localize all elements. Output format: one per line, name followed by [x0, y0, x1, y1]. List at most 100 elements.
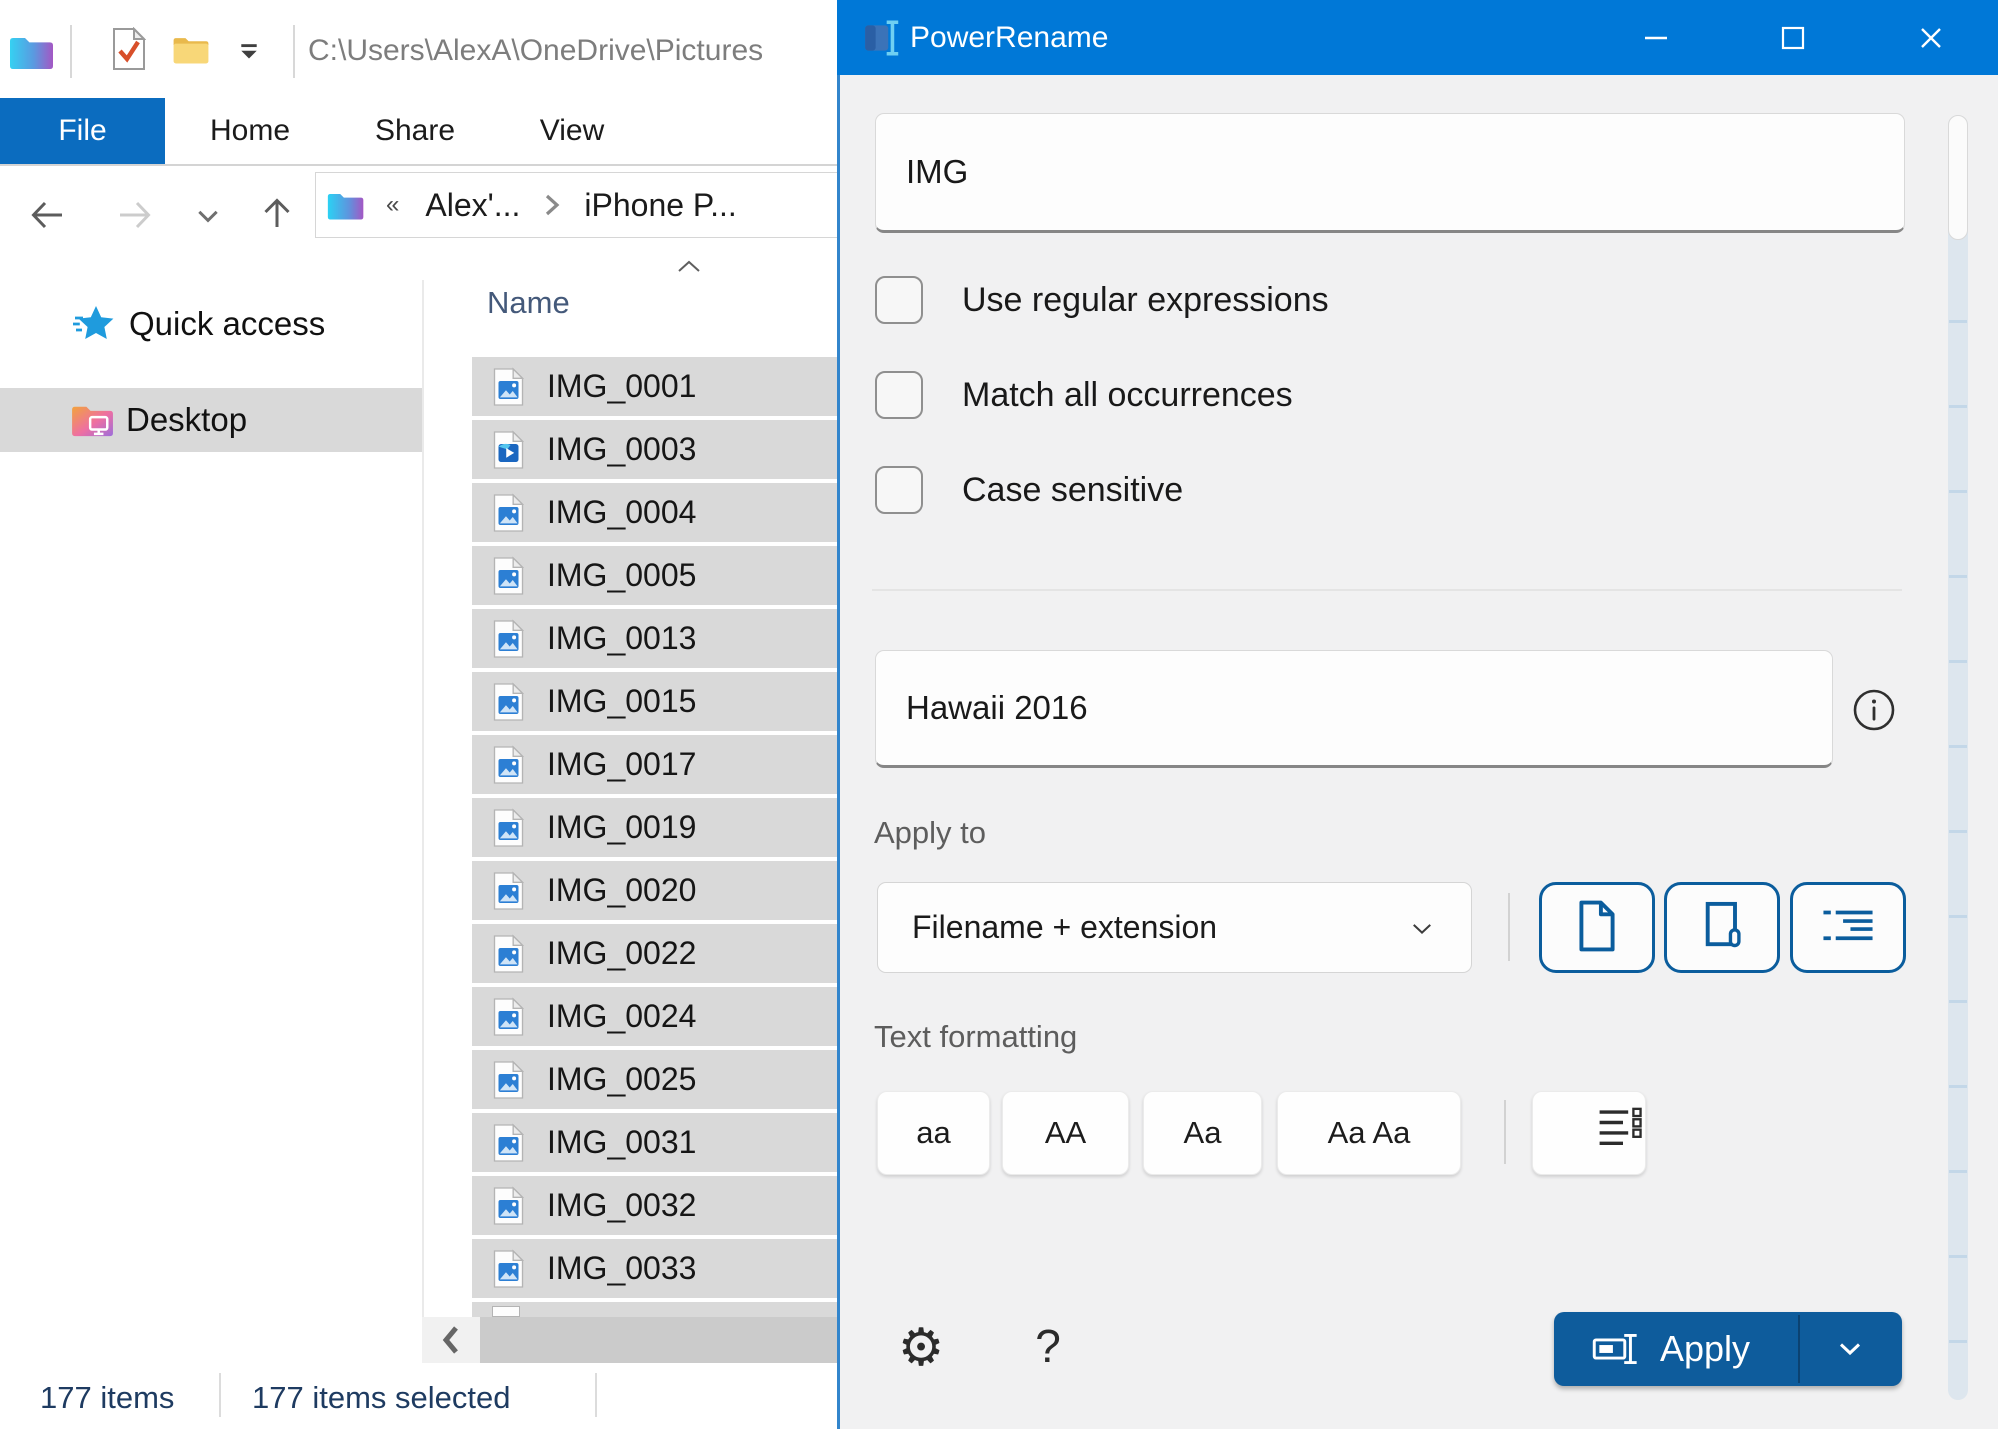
file-row[interactable]: IMG_0024: [472, 987, 840, 1050]
search-for-input[interactable]: [876, 114, 1904, 230]
powerrename-scrollbar-thumb[interactable]: [1948, 115, 1968, 240]
match-all-checkbox[interactable]: [875, 371, 923, 419]
new-folder-icon[interactable]: [172, 34, 210, 71]
sidebar-item-desktop[interactable]: Desktop: [0, 388, 422, 452]
powerrename-titlebar[interactable]: PowerRename: [837, 0, 1998, 75]
file-row[interactable]: IMG_0025: [472, 1050, 840, 1113]
tab-file[interactable]: File: [0, 98, 165, 164]
include-filename-button[interactable]: [1539, 882, 1655, 973]
file-row[interactable]: IMG_0013: [472, 609, 840, 672]
file-name-label: IMG_0022: [547, 935, 696, 972]
sidebar-item-quick-access[interactable]: Quick access: [0, 300, 422, 348]
settings-gear-icon[interactable]: ⚙: [893, 1320, 949, 1376]
enumerate-format-button[interactable]: [1532, 1091, 1646, 1175]
breadcrumb-segment-root[interactable]: Alex'...: [425, 187, 520, 224]
address-bar[interactable]: « Alex'... iPhone P...: [315, 172, 840, 238]
titlecase-button[interactable]: Aa: [1143, 1091, 1262, 1175]
image-file-icon: [492, 682, 525, 722]
file-row[interactable]: IMG_0019: [472, 798, 840, 861]
scrollbar-tick: [1949, 1170, 1967, 1173]
horizontal-scrollbar-thumb[interactable]: [480, 1317, 840, 1363]
image-file-icon: [492, 997, 525, 1037]
regex-checkbox-label: Use regular expressions: [962, 281, 1329, 320]
file-name-label: IMG_0025: [547, 1061, 696, 1098]
explorer-logo-icon: [8, 32, 56, 77]
maximize-button[interactable]: [1763, 0, 1823, 75]
group-separator: [1508, 893, 1510, 961]
file-row[interactable]: IMG_0003: [472, 420, 840, 483]
scroll-left-button[interactable]: [422, 1317, 480, 1363]
file-row[interactable]: IMG_0020: [472, 861, 840, 924]
properties-icon[interactable]: [112, 27, 146, 76]
breadcrumb-chevron-icon[interactable]: [544, 194, 560, 216]
tab-home[interactable]: Home: [185, 98, 315, 164]
uppercase-button[interactable]: AA: [1002, 1091, 1129, 1175]
scrollbar-tick: [1949, 490, 1967, 493]
scrollbar-tick: [1949, 1255, 1967, 1258]
scrollbar-tick: [1949, 830, 1967, 833]
include-extension-button[interactable]: [1664, 882, 1780, 973]
file-row[interactable]: IMG_0033: [472, 1239, 840, 1302]
file-row[interactable]: IMG_0032: [472, 1176, 840, 1239]
file-name-label: IMG_0020: [547, 872, 696, 909]
minimize-button[interactable]: [1626, 0, 1686, 75]
option-row-case-sensitive[interactable]: Case sensitive: [875, 464, 1183, 516]
replace-field-container: [875, 650, 1833, 768]
apply-split-button[interactable]: Apply: [1554, 1312, 1902, 1386]
toolbar-separator: [293, 25, 295, 78]
file-row[interactable]: IMG_0005: [472, 546, 840, 609]
tab-view[interactable]: View: [507, 98, 637, 164]
apply-to-dropdown[interactable]: Filename + extension: [877, 882, 1472, 973]
match-all-checkbox-label: Match all occurrences: [962, 376, 1293, 415]
current-folder-icon: [326, 189, 366, 222]
column-header-name[interactable]: Name: [487, 285, 570, 321]
replace-with-input[interactable]: [876, 651, 1832, 765]
file-row[interactable]: IMG_0031: [472, 1113, 840, 1176]
scrollbar-tick: [1949, 1085, 1967, 1088]
status-bar: 177 items 177 items selected: [0, 1363, 840, 1429]
selection-count: 177 items selected: [252, 1380, 510, 1416]
back-button[interactable]: [29, 197, 65, 238]
file-name-label: IMG_0019: [547, 809, 696, 846]
customize-toolbar-chevron-icon[interactable]: [238, 42, 260, 69]
breadcrumb-overflow-glyph[interactable]: «: [386, 191, 399, 219]
recent-locations-chevron-icon[interactable]: [192, 204, 224, 235]
file-row[interactable]: IMG_0004: [472, 483, 840, 546]
apply-options-chevron-icon[interactable]: [1838, 1342, 1862, 1361]
file-name-label: IMG_0024: [547, 998, 696, 1035]
horizontal-scrollbar[interactable]: [422, 1317, 840, 1363]
desktop-label: Desktop: [126, 401, 247, 439]
regex-checkbox[interactable]: [875, 276, 923, 324]
file-row[interactable]: IMG_0015: [472, 672, 840, 735]
file-row[interactable]: IMG_0017: [472, 735, 840, 798]
image-file-icon: [492, 1249, 525, 1289]
item-count: 177 items: [40, 1380, 174, 1416]
option-row-match-all[interactable]: Match all occurrences: [875, 369, 1293, 421]
breadcrumb-segment-current[interactable]: iPhone P...: [584, 187, 736, 224]
list-items-icon: [1529, 1068, 1650, 1198]
apply-button-main[interactable]: Apply: [1554, 1312, 1798, 1386]
file-name-label: IMG_0032: [547, 1187, 696, 1224]
image-file-icon: [492, 808, 525, 848]
powerrename-scrollbar-track[interactable]: [1948, 115, 1968, 1400]
file-row[interactable]: IMG_0001: [472, 357, 840, 420]
info-icon[interactable]: [1852, 688, 1896, 737]
quick-access-label: Quick access: [129, 305, 325, 343]
image-file-icon: [492, 934, 525, 974]
screenshot-root: C:\Users\AlexA\OneDrive\Pictures File Ho…: [0, 0, 1998, 1429]
case-sensitive-checkbox[interactable]: [875, 466, 923, 514]
sort-ascending-icon[interactable]: [676, 258, 702, 279]
help-icon[interactable]: ?: [1023, 1318, 1073, 1374]
tab-share[interactable]: Share: [350, 98, 480, 164]
capitalize-each-word-button[interactable]: Aa Aa: [1277, 1091, 1461, 1175]
partial-file-icon: [492, 1306, 520, 1317]
forward-button[interactable]: [117, 197, 153, 238]
option-row-regex[interactable]: Use regular expressions: [875, 274, 1329, 326]
file-name-label: IMG_0001: [547, 368, 696, 405]
enumerate-items-button[interactable]: [1790, 882, 1906, 973]
file-row[interactable]: IMG_0022: [472, 924, 840, 987]
close-button[interactable]: [1901, 0, 1961, 75]
window-edge: [837, 0, 840, 1429]
up-button[interactable]: [259, 196, 295, 237]
lowercase-button[interactable]: aa: [877, 1091, 990, 1175]
